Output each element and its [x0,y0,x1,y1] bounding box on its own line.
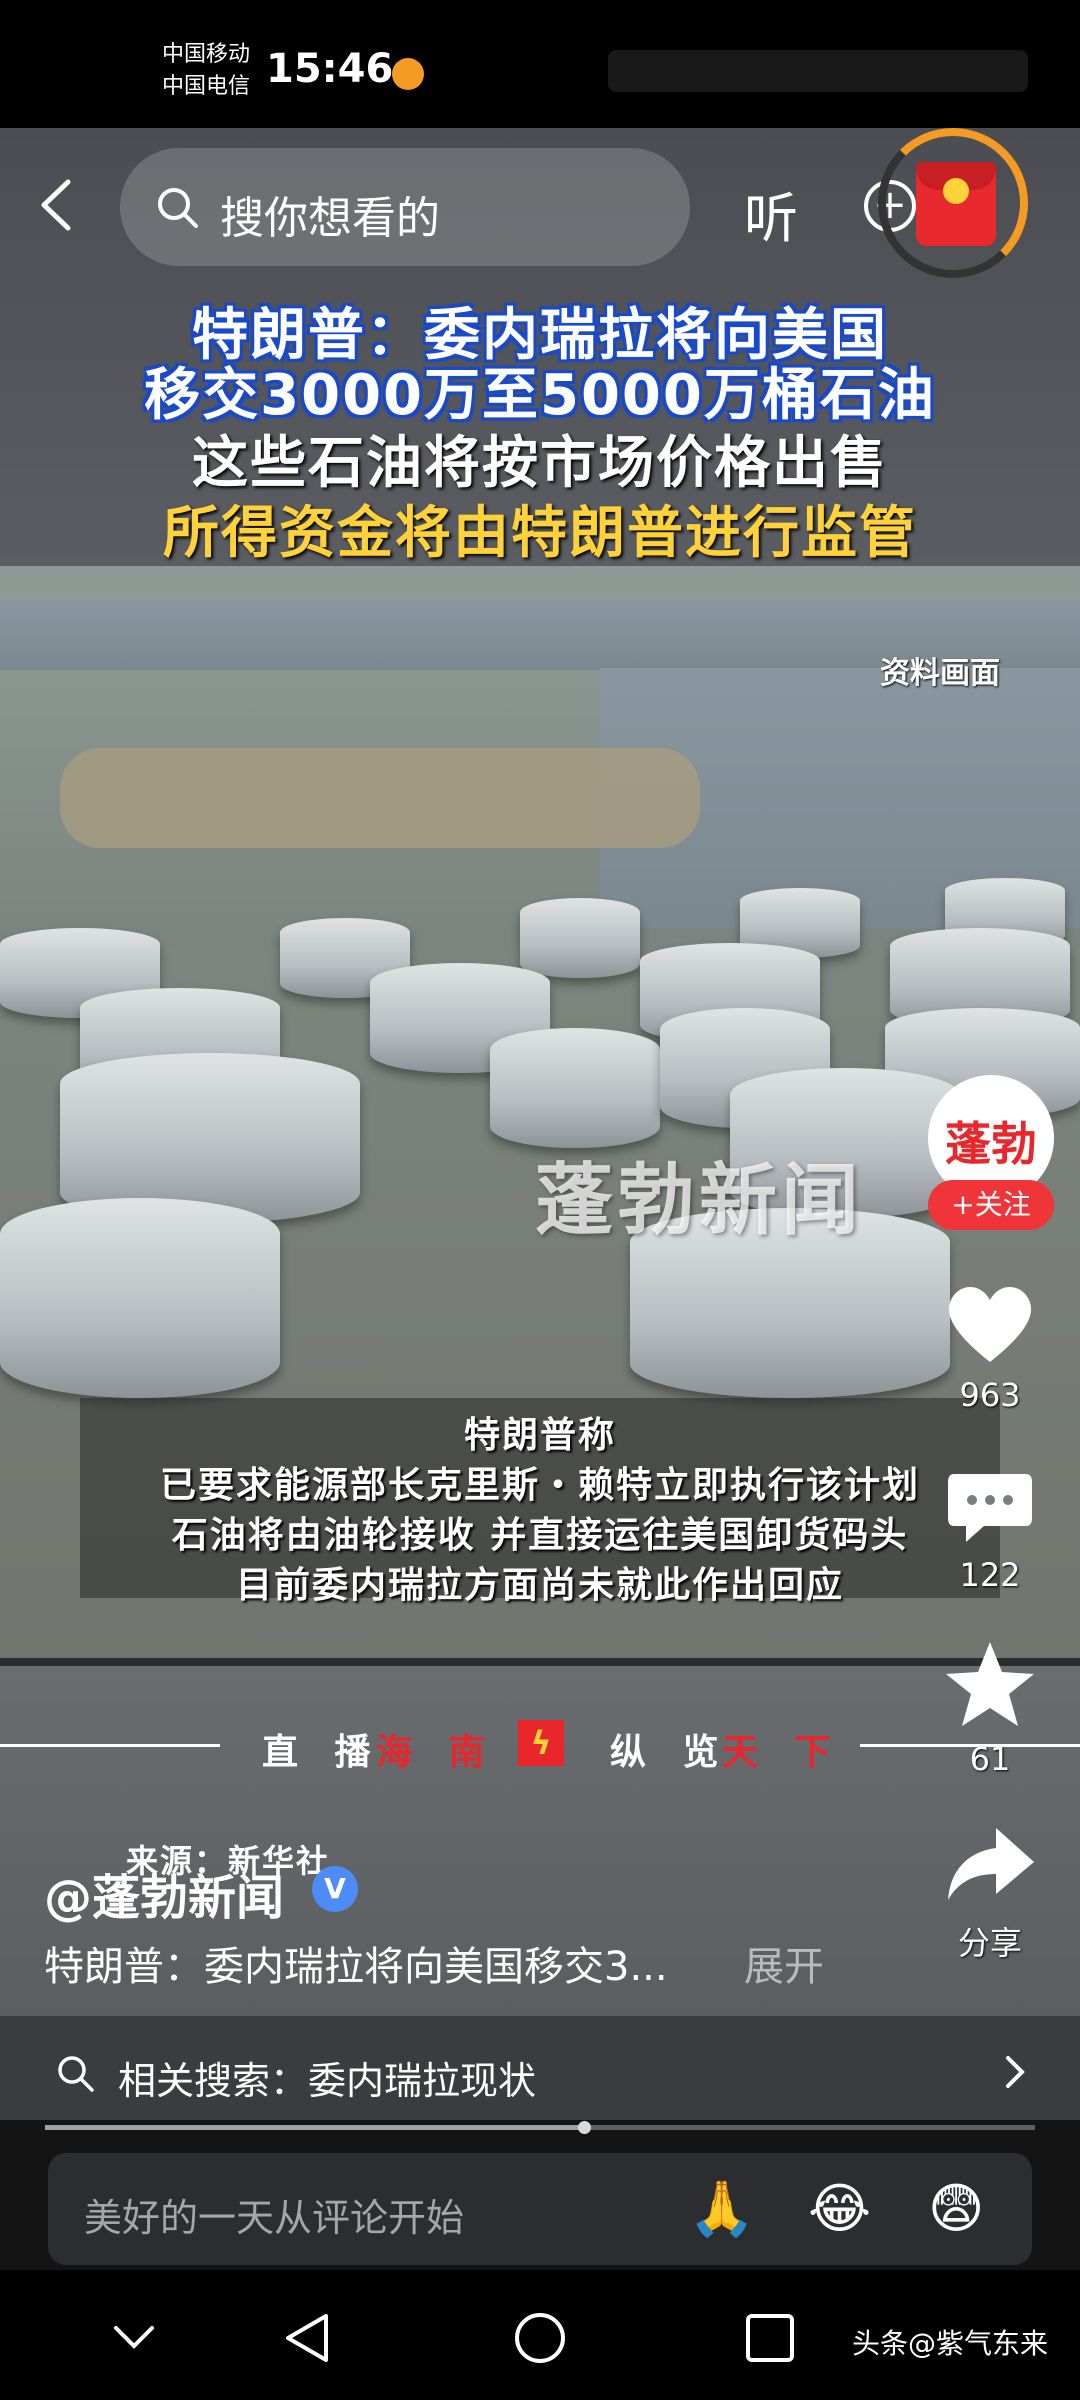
share-button[interactable] [940,1820,1040,1910]
author-handle[interactable]: @蓬勃新闻 [44,1858,284,1928]
comment-input[interactable]: 美好的一天从评论开始 🙏 😂 😨 [48,2153,1032,2265]
back-arrow-icon [41,179,71,231]
related-search-bar[interactable]: 相关搜索：委内瑞拉现状 [0,2016,1080,2128]
back-button[interactable] [30,170,90,240]
share-arrow-icon [948,1828,1034,1900]
source-watermark: 头条@紫气东来 [852,2327,1049,2360]
caption-line-2: 已要求能源部长克里斯・赖特立即执行该计划 [159,1465,920,1506]
nav-recents-icon[interactable] [744,2312,796,2364]
nav-back-icon[interactable] [282,2310,332,2366]
footage-tag: 资料画面 [880,656,1000,691]
ribbon-logo-icon: ϟ [518,1720,564,1766]
progress-fill [45,2125,585,2130]
caption-line-4: 目前委内瑞拉方面尚未就此作出回应 [235,1565,844,1606]
video-divider [0,1658,1080,1666]
listen-button[interactable]: 听 [744,174,798,253]
star-icon [946,1642,1034,1726]
footage-land [60,748,700,848]
nav-home-icon[interactable] [512,2310,568,2366]
video-progress-bar[interactable] [45,2121,1035,2134]
ribbon-text-4: 天 下 [722,1732,843,1773]
caption-line-1: 特朗普称 [463,1415,616,1456]
favorite-count: 61 [969,1740,1011,1778]
comment-count: 122 [959,1556,1021,1594]
like-count: 963 [959,1376,1021,1414]
headline-line-3: 这些石油将按市场价格出售 [192,431,888,496]
search-box[interactable]: 搜你想看的 [120,148,690,266]
oil-tank [520,898,640,978]
progress-thumb[interactable] [578,2121,591,2134]
headline-line-4: 所得资金将由特朗普进行监管 [163,501,917,566]
video-description[interactable]: 特朗普：委内瑞拉将向美国移交3... [44,1934,668,1992]
carrier-1: 中国移动 [162,42,251,67]
comment-icon [948,1474,1032,1542]
favorite-button[interactable] [940,1636,1040,1736]
heart-icon [948,1287,1032,1362]
pray-emoji-button[interactable]: 🙏 [688,2177,755,2241]
status-bar: 中国移动 中国电信 15:46 [0,0,1080,128]
comment-button[interactable] [940,1460,1040,1550]
chevron-right-icon [1006,2056,1025,2088]
chevron-down-icon[interactable] [110,2320,158,2354]
system-nav-bar: 头条@紫气东来 [0,2270,1080,2400]
ribbon-text-3: 纵 览 [610,1732,731,1773]
verified-badge-icon: V [312,1866,358,1912]
ribbon-line-left [0,1744,220,1747]
red-envelope-icon [916,162,996,246]
avatar-text: 蓬勃 [945,1117,1037,1171]
laugh-emoji-button[interactable]: 😂 [808,2177,871,2240]
search-icon [58,2056,94,2092]
caption-line-3: 石油将由油轮接收 并直接运往美国卸货码头 [171,1515,909,1556]
comment-placeholder: 美好的一天从评论开始 [84,2196,465,2240]
fear-emoji-button[interactable]: 😨 [928,2177,984,2240]
related-search-label: 相关搜索：委内瑞拉现状 [118,2059,537,2103]
oil-tank [490,1028,660,1148]
search-icon [158,188,198,228]
share-label: 分享 [957,1924,1022,1962]
video-player[interactable]: 特朗普：委内瑞拉将向美国 移交3000万至5000万桶石油 这些石油将按市场价格… [0,128,1080,2120]
status-icons-blurred [608,50,1028,92]
expand-link[interactable]: 展开 [744,1934,824,1992]
ribbon-text-1: 直 播 [262,1732,383,1773]
follow-button[interactable]: +关注 [928,1180,1054,1230]
red-packet-button[interactable] [878,128,1028,278]
clock: 15:46 [266,46,394,92]
news-watermark: 蓬勃新闻 [535,1156,864,1246]
search-placeholder: 搜你想看的 [220,193,440,244]
like-button[interactable] [930,1270,1050,1370]
oil-tank [60,1053,360,1223]
carrier-2: 中国电信 [162,74,251,99]
ribbon-text-2: 海 南 [376,1732,497,1773]
oil-tank [0,1198,280,1398]
notification-icon [392,58,424,90]
